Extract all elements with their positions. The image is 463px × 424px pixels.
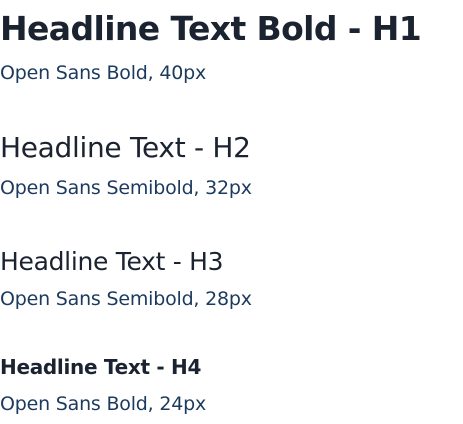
headline-h1-sample: Headline Text Bold - H1 (0, 9, 422, 48)
headline-h2-sample: Headline Text - H2 (0, 131, 251, 164)
headline-h3-spec: Open Sans Semibold, 28px (0, 288, 252, 310)
headline-h3-sample: Headline Text - H3 (0, 247, 224, 276)
headline-h4-sample: Headline Text - H4 (0, 355, 202, 379)
headline-h1-spec: Open Sans Bold, 40px (0, 62, 207, 84)
headline-h2-spec: Open Sans Semibold, 32px (0, 177, 252, 199)
headline-h4-spec: Open Sans Bold, 24px (0, 393, 207, 415)
